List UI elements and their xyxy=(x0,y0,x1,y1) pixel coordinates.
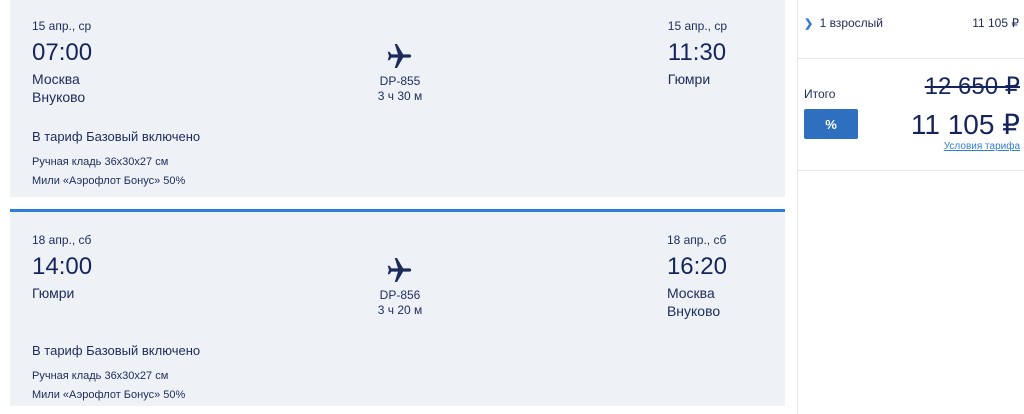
tariff-title: В тариф Базовый включено xyxy=(32,129,201,144)
tariff-title: В тариф Базовый включено xyxy=(32,343,201,358)
arrival-block: 15 апр., ср 11:30 Гюмри xyxy=(668,18,727,88)
departure-time: 07:00 xyxy=(32,39,93,66)
tariff-item-miles: Мили «Аэрофлот Бонус» 50% xyxy=(32,389,186,401)
flight-duration: 3 ч 30 м xyxy=(377,89,423,103)
divider xyxy=(798,58,1024,59)
flight-number: DP-856 xyxy=(379,288,421,302)
arrival-city: Москва xyxy=(666,285,715,301)
departure-block: 18 апр., сб 14:00 Гюмри xyxy=(32,232,92,302)
tariff-info: В тариф Базовый включено Ручная кладь 36… xyxy=(32,128,200,191)
departure-time: 14:00 xyxy=(32,253,93,280)
passengers-toggle[interactable]: ❯ 1 взрослый 11 105 ₽ xyxy=(804,16,1019,30)
divider xyxy=(798,170,1024,171)
flight-info: DP-856 3 ч 20 м xyxy=(370,254,430,318)
arrival-airport: Внуково xyxy=(666,303,721,319)
departure-block: 15 апр., ср 07:00 Москва Внуково xyxy=(32,18,92,106)
tariff-info: В тариф Базовый включено Ручная кладь 36… xyxy=(32,342,200,405)
flight-card-outbound: 15 апр., ср 07:00 Москва Внуково DP-855 … xyxy=(10,0,785,197)
total-price: 11 105 ₽ xyxy=(910,109,1020,140)
plane-icon xyxy=(387,44,412,68)
arrival-time: 11:30 xyxy=(667,39,727,66)
price-summary: ❯ 1 взрослый 11 105 ₽ Итого 12 650 ₽ % 1… xyxy=(797,0,1024,414)
departure-city: Москва xyxy=(32,71,80,87)
departure-airport: Внуково xyxy=(32,89,86,105)
flight-card-return: 18 апр., сб 14:00 Гюмри DP-856 3 ч 20 м … xyxy=(10,209,785,406)
tariff-conditions-link[interactable]: Условия тарифа xyxy=(944,141,1020,152)
flight-info: DP-855 3 ч 30 м xyxy=(370,40,430,104)
promo-code-button[interactable]: % xyxy=(804,109,858,139)
arrival-city: Гюмри xyxy=(667,71,711,87)
total-label: Итого xyxy=(804,87,836,101)
passengers-label: 1 взрослый xyxy=(819,16,883,30)
arrival-date: 18 апр., сб xyxy=(666,233,727,247)
departure-date: 18 апр., сб xyxy=(32,233,92,247)
tariff-item-baggage: Ручная кладь 36х30х27 см xyxy=(32,156,169,168)
passengers-price: 11 105 ₽ xyxy=(972,16,1019,30)
tariff-item-baggage: Ручная кладь 36х30х27 см xyxy=(32,370,169,382)
flight-duration: 3 ч 20 м xyxy=(377,303,423,317)
arrival-block: 18 апр., сб 16:20 Москва Внуково xyxy=(667,232,727,320)
departure-date: 15 апр., ср xyxy=(32,19,92,33)
chevron-right-icon: ❯ xyxy=(804,18,814,30)
departure-city: Гюмри xyxy=(32,285,75,301)
plane-icon xyxy=(387,258,412,282)
arrival-date: 15 апр., ср xyxy=(667,19,727,33)
arrival-time: 16:20 xyxy=(666,253,727,280)
old-price: 12 650 ₽ xyxy=(924,73,1020,100)
flight-number: DP-855 xyxy=(379,74,421,88)
tariff-item-miles: Мили «Аэрофлот Бонус» 50% xyxy=(32,175,186,187)
